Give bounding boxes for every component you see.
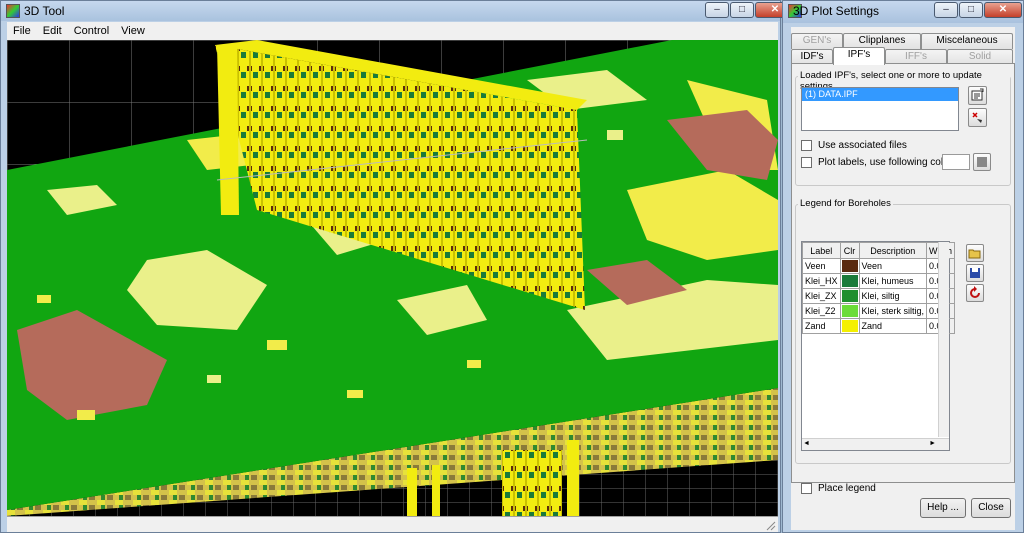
legend-description-cell[interactable]: Zand <box>858 318 928 334</box>
minimize-button[interactable]: – <box>934 2 958 18</box>
save-legend-button[interactable] <box>966 264 984 282</box>
scroll-left-icon[interactable]: ◄ <box>803 440 810 447</box>
minimize-button[interactable]: – <box>705 2 729 18</box>
table-row[interactable]: ZandZand0.01 <box>802 318 956 334</box>
menu-bar: File Edit Control View <box>7 22 778 40</box>
3d-tool-window: 3D Tool – □ ✕ File Edit Control View <box>0 0 795 533</box>
reset-legend-button[interactable] <box>966 284 984 302</box>
window-title: 3D Tool <box>24 4 65 18</box>
legend-description-cell[interactable]: Veen <box>858 258 928 274</box>
menu-view[interactable]: View <box>115 25 151 37</box>
col-clr[interactable]: Clr <box>839 242 860 259</box>
remove-file-button[interactable] <box>968 108 987 127</box>
checkbox-box[interactable] <box>801 140 812 151</box>
title-bar[interactable]: 3D Tool – □ ✕ <box>1 1 795 21</box>
legend-description-cell[interactable]: Klei, sterk siltig, <box>858 303 928 319</box>
legend-label-cell[interactable]: Zand <box>802 318 841 334</box>
close-button[interactable]: ✕ <box>984 2 1022 18</box>
maximize-button[interactable]: □ <box>730 2 754 18</box>
tab-miscelaneous[interactable]: Miscelaneous <box>921 33 1013 49</box>
plot-labels-checkbox[interactable]: Plot labels, use following colour <box>801 157 958 168</box>
plot-labels-label: Plot labels, use following colour <box>818 157 958 168</box>
open-legend-button[interactable] <box>966 244 984 262</box>
legend-colour-cell[interactable] <box>839 303 860 319</box>
3d-scene <box>7 40 778 516</box>
loaded-ipfs-group: Loaded IPF's, select one or more to upda… <box>795 70 1011 186</box>
refresh-icon <box>970 286 980 298</box>
legend-description-cell[interactable]: Klei, humeus <box>858 273 928 289</box>
colour-swatch[interactable] <box>841 260 858 272</box>
scroll-right-icon[interactable]: ► <box>929 440 936 447</box>
menu-file[interactable]: File <box>7 25 37 37</box>
help-button[interactable]: Help ... <box>920 498 966 518</box>
app-icon <box>6 4 20 18</box>
menu-control[interactable]: Control <box>68 25 115 37</box>
place-legend-checkbox[interactable]: Place legend <box>801 483 876 494</box>
tab-row-1: GEN's Clipplanes Miscelaneous <box>791 33 1013 49</box>
legend-description-cell[interactable]: Klei, siltig <box>858 288 928 304</box>
label-colour-swatch[interactable] <box>942 154 970 170</box>
checkbox-box[interactable] <box>801 157 812 168</box>
legend-grid[interactable]: Label Clr Description Width VeenVeen0.01… <box>801 241 956 451</box>
colour-swatch[interactable] <box>841 305 858 317</box>
close-dialog-button[interactable]: Close <box>971 498 1011 518</box>
edit-icon <box>972 112 982 123</box>
colour-swatch[interactable] <box>841 275 858 287</box>
restore-button[interactable]: □ <box>959 2 983 18</box>
legend-label-cell[interactable]: Klei_HX <box>802 273 841 289</box>
status-bar <box>7 516 778 532</box>
legend-table: Label Clr Description Width VeenVeen0.01… <box>802 242 956 334</box>
col-label[interactable]: Label <box>802 242 841 259</box>
use-associated-checkbox[interactable]: Use associated files <box>801 140 907 151</box>
colour-picker-icon <box>977 157 987 167</box>
colour-swatch[interactable] <box>841 320 858 332</box>
3d-plot-settings-window: 3D Plot Settings – □ ✕ GEN's Clipplanes … <box>782 0 1024 533</box>
legend-label-cell[interactable]: Veen <box>802 258 841 274</box>
tab-ipfs[interactable]: IPF's <box>833 47 885 65</box>
legend-label-cell[interactable]: Klei_Z2 <box>802 303 841 319</box>
legend-horizontal-scrollbar[interactable]: ◄ ► <box>802 438 949 450</box>
legend-vertical-scrollbar[interactable] <box>938 242 949 437</box>
legend-label-cell[interactable]: Klei_ZX <box>802 288 841 304</box>
resize-grip-icon[interactable] <box>764 519 776 531</box>
legend-group-label: Legend for Boreholes <box>798 198 893 209</box>
table-row[interactable]: Klei_HXKlei, humeus0.01 <box>802 273 956 289</box>
legend-colour-cell[interactable] <box>839 318 860 334</box>
checkbox-box[interactable] <box>801 483 812 494</box>
open-file-icon <box>971 88 984 101</box>
use-associated-label: Use associated files <box>818 140 907 151</box>
col-description[interactable]: Description <box>858 242 928 259</box>
table-row[interactable]: Klei_Z2Klei, sterk siltig,0.01 <box>802 303 956 319</box>
menu-edit[interactable]: Edit <box>37 25 68 37</box>
place-legend-label: Place legend <box>818 483 876 494</box>
table-row[interactable]: VeenVeen0.01 <box>802 258 956 274</box>
settings-title-bar[interactable]: 3D Plot Settings – □ ✕ <box>783 1 1023 23</box>
ipf-tab-content: Loaded IPF's, select one or more to upda… <box>791 63 1015 494</box>
legend-colour-cell[interactable] <box>839 273 860 289</box>
ipf-listbox[interactable]: (1) DATA.IPF <box>801 87 959 131</box>
label-colour-button[interactable] <box>973 153 991 171</box>
folder-open-icon <box>968 249 981 259</box>
save-icon <box>970 268 980 278</box>
3d-viewport[interactable] <box>7 40 778 516</box>
settings-panel: GEN's Clipplanes Miscelaneous IDF's IPF'… <box>791 27 1015 530</box>
legend-colour-cell[interactable] <box>839 288 860 304</box>
window-title: 3D Plot Settings <box>793 4 880 18</box>
load-file-button[interactable] <box>968 86 987 105</box>
table-row[interactable]: Klei_ZXKlei, siltig0.01 <box>802 288 956 304</box>
legend-colour-cell[interactable] <box>839 258 860 274</box>
colour-swatch[interactable] <box>841 290 858 302</box>
list-item[interactable]: (1) DATA.IPF <box>802 88 958 101</box>
